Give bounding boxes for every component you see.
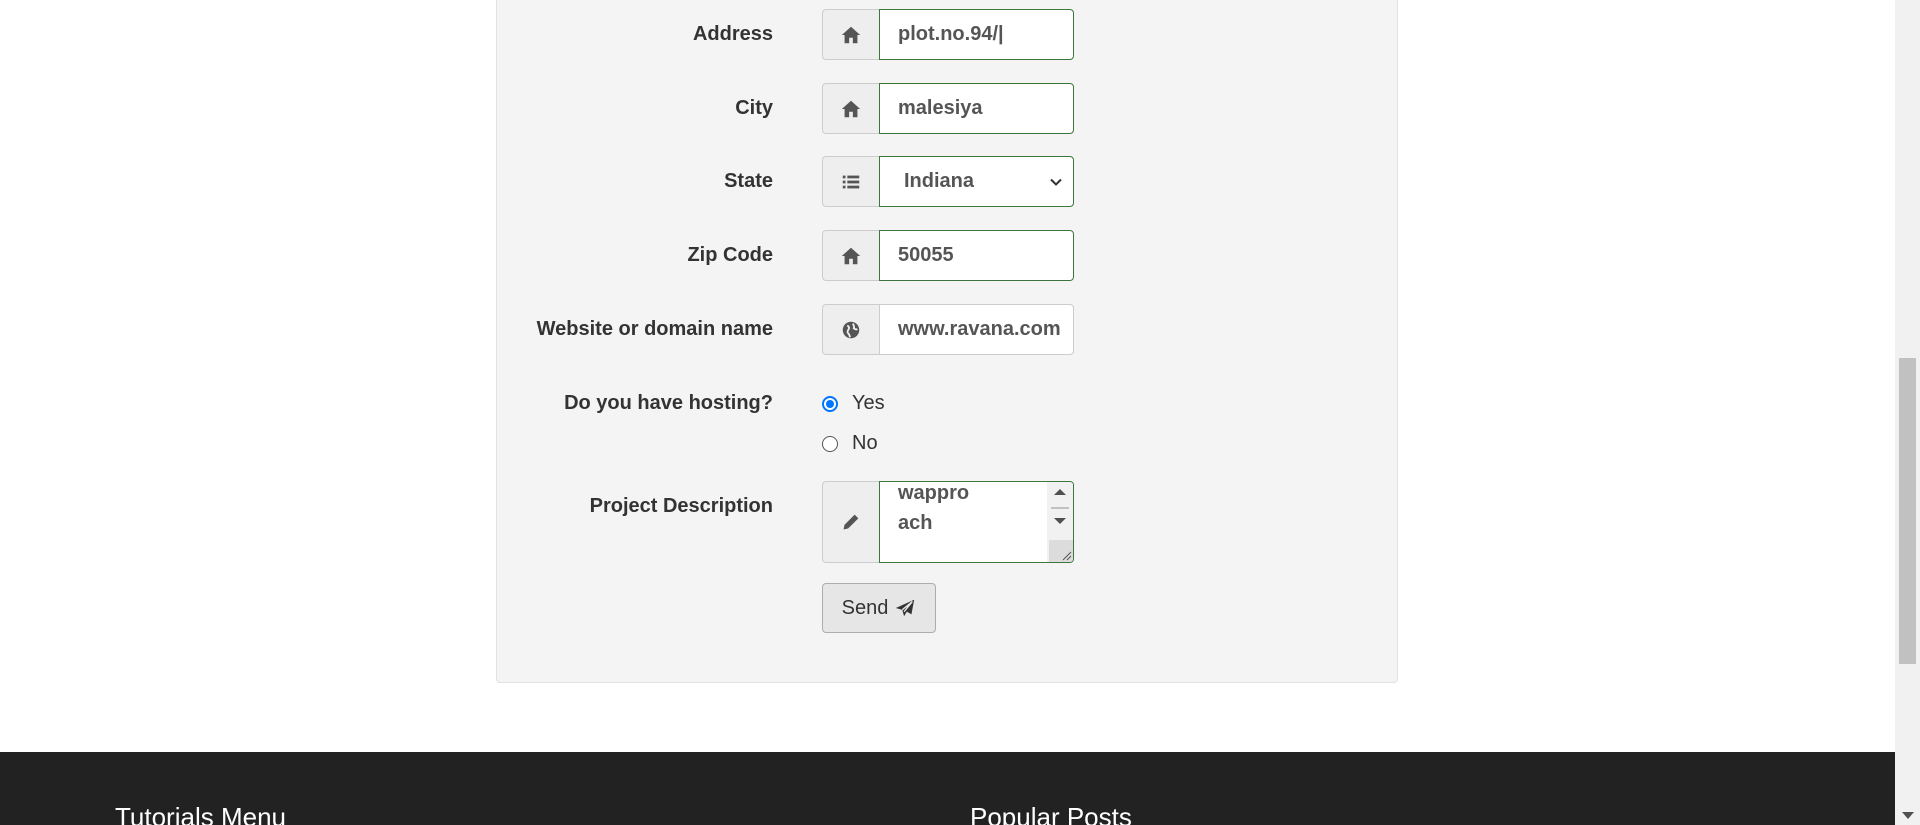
address-input-group: plot.no.94/| xyxy=(822,9,1074,60)
hosting-yes-radio[interactable] xyxy=(822,395,838,412)
hosting-no-label: No xyxy=(852,432,878,454)
zip-input-group: 50055 xyxy=(822,230,1074,281)
website-row: Website or domain name www.ravana.com xyxy=(497,304,1399,356)
send-button-label: Send xyxy=(841,596,889,619)
zip-label: Zip Code xyxy=(687,244,773,266)
description-input-group: wappro ach xyxy=(822,481,1074,563)
page-scrollbar-thumb[interactable] xyxy=(1899,358,1916,664)
zip-input[interactable]: 50055 xyxy=(879,230,1074,281)
resize-grip-icon[interactable] xyxy=(1060,549,1072,561)
scroll-up-icon[interactable] xyxy=(1054,489,1066,495)
state-select[interactable]: Indiana xyxy=(879,156,1074,207)
scroll-down-icon[interactable] xyxy=(1054,518,1066,524)
website-label: Website or domain name xyxy=(536,318,773,340)
state-select-value: Indiana xyxy=(904,170,975,192)
zip-row: Zip Code 50055 xyxy=(497,230,1399,282)
state-row: State Indiana xyxy=(497,156,1399,208)
home-icon xyxy=(822,9,879,60)
state-label: State xyxy=(724,170,773,192)
paper-plane-icon xyxy=(896,599,915,617)
city-input-group: malesiya xyxy=(822,83,1074,134)
state-input-group: Indiana xyxy=(822,156,1074,207)
globe-icon xyxy=(822,304,879,355)
website-input[interactable]: www.ravana.com xyxy=(879,304,1074,355)
city-label: City xyxy=(735,97,773,119)
description-text: wappro ach xyxy=(898,482,970,534)
page-scrollbar[interactable] xyxy=(1895,0,1920,825)
footer-popular-posts-heading: Popular Posts xyxy=(970,802,1132,825)
hosting-row: Do you have hosting? Yes No xyxy=(497,378,1399,458)
textarea-scroll-thumb[interactable] xyxy=(1051,507,1069,509)
home-icon xyxy=(822,230,879,281)
hosting-yes-label: Yes xyxy=(852,392,885,414)
address-label: Address xyxy=(692,23,773,45)
description-row: Project Description wappro ach xyxy=(497,481,1399,563)
scroll-down-icon[interactable] xyxy=(1902,812,1914,819)
home-icon xyxy=(822,83,879,134)
description-label: Project Description xyxy=(589,495,773,517)
city-row: City malesiya xyxy=(497,83,1399,135)
pencil-icon xyxy=(822,481,879,563)
address-row: Address plot.no.94/| xyxy=(497,9,1399,61)
list-icon xyxy=(822,156,879,207)
hosting-label: Do you have hosting? xyxy=(564,392,773,414)
website-input-group: www.ravana.com xyxy=(822,304,1074,355)
page: Address plot.no.94/| City malesiya State xyxy=(0,0,1895,825)
footer: Tutorials Menu Popular Posts xyxy=(0,752,1895,825)
city-input[interactable]: malesiya xyxy=(879,83,1074,134)
chevron-down-icon xyxy=(1050,178,1062,186)
send-button[interactable]: Send xyxy=(822,583,936,633)
hosting-no-option[interactable]: No xyxy=(822,432,878,455)
hosting-yes-option[interactable]: Yes xyxy=(822,392,885,415)
address-input[interactable]: plot.no.94/| xyxy=(879,9,1074,60)
hosting-no-radio[interactable] xyxy=(822,435,838,452)
description-textarea[interactable]: wappro ach xyxy=(879,481,1074,563)
footer-tutorials-heading: Tutorials Menu xyxy=(115,802,286,825)
contact-form-panel: Address plot.no.94/| City malesiya State xyxy=(496,0,1398,683)
